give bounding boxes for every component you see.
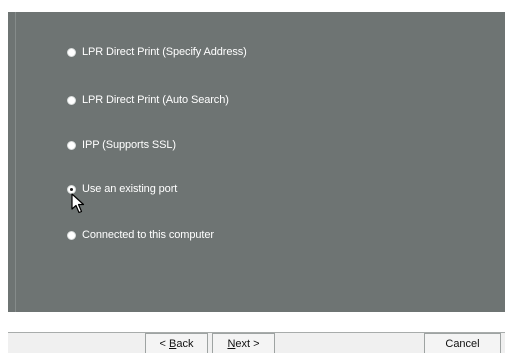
cancel-button-label: Cancel xyxy=(445,337,480,350)
radio-button-icon[interactable] xyxy=(67,230,76,240)
option-connected-to-computer[interactable]: Connected to this computer xyxy=(67,227,214,243)
next-button[interactable]: Next > xyxy=(212,333,275,353)
back-button-accelerator: B xyxy=(169,337,177,350)
cancel-button[interactable]: Cancel xyxy=(424,333,501,353)
next-button-rest: ext > xyxy=(235,337,260,350)
option-label: IPP (Supports SSL) xyxy=(82,139,176,151)
radio-button-icon[interactable] xyxy=(67,47,76,57)
option-ipp-ssl[interactable]: IPP (Supports SSL) xyxy=(67,137,176,153)
option-label: Connected to this computer xyxy=(82,229,214,241)
option-lpr-auto-search[interactable]: LPR Direct Print (Auto Search) xyxy=(67,92,229,108)
option-label: LPR Direct Print (Auto Search) xyxy=(82,94,229,106)
radio-button-icon[interactable] xyxy=(67,140,76,150)
back-button-rest: ack xyxy=(176,337,194,350)
back-button-prefix: < xyxy=(159,337,169,350)
radio-button-icon[interactable] xyxy=(67,95,76,105)
dialog-left-edge xyxy=(0,0,8,353)
option-label: LPR Direct Print (Specify Address) xyxy=(82,46,247,58)
option-label: Use an existing port xyxy=(82,183,178,195)
back-button[interactable]: < Back xyxy=(145,333,208,353)
next-button-accelerator: N xyxy=(227,337,236,350)
option-lpr-specify-address[interactable]: LPR Direct Print (Specify Address) xyxy=(67,44,247,60)
panel-divider xyxy=(15,12,16,312)
arrow-cursor-icon xyxy=(71,193,85,214)
port-selection-dialog: LPR Direct Print (Specify Address) LPR D… xyxy=(0,0,505,353)
